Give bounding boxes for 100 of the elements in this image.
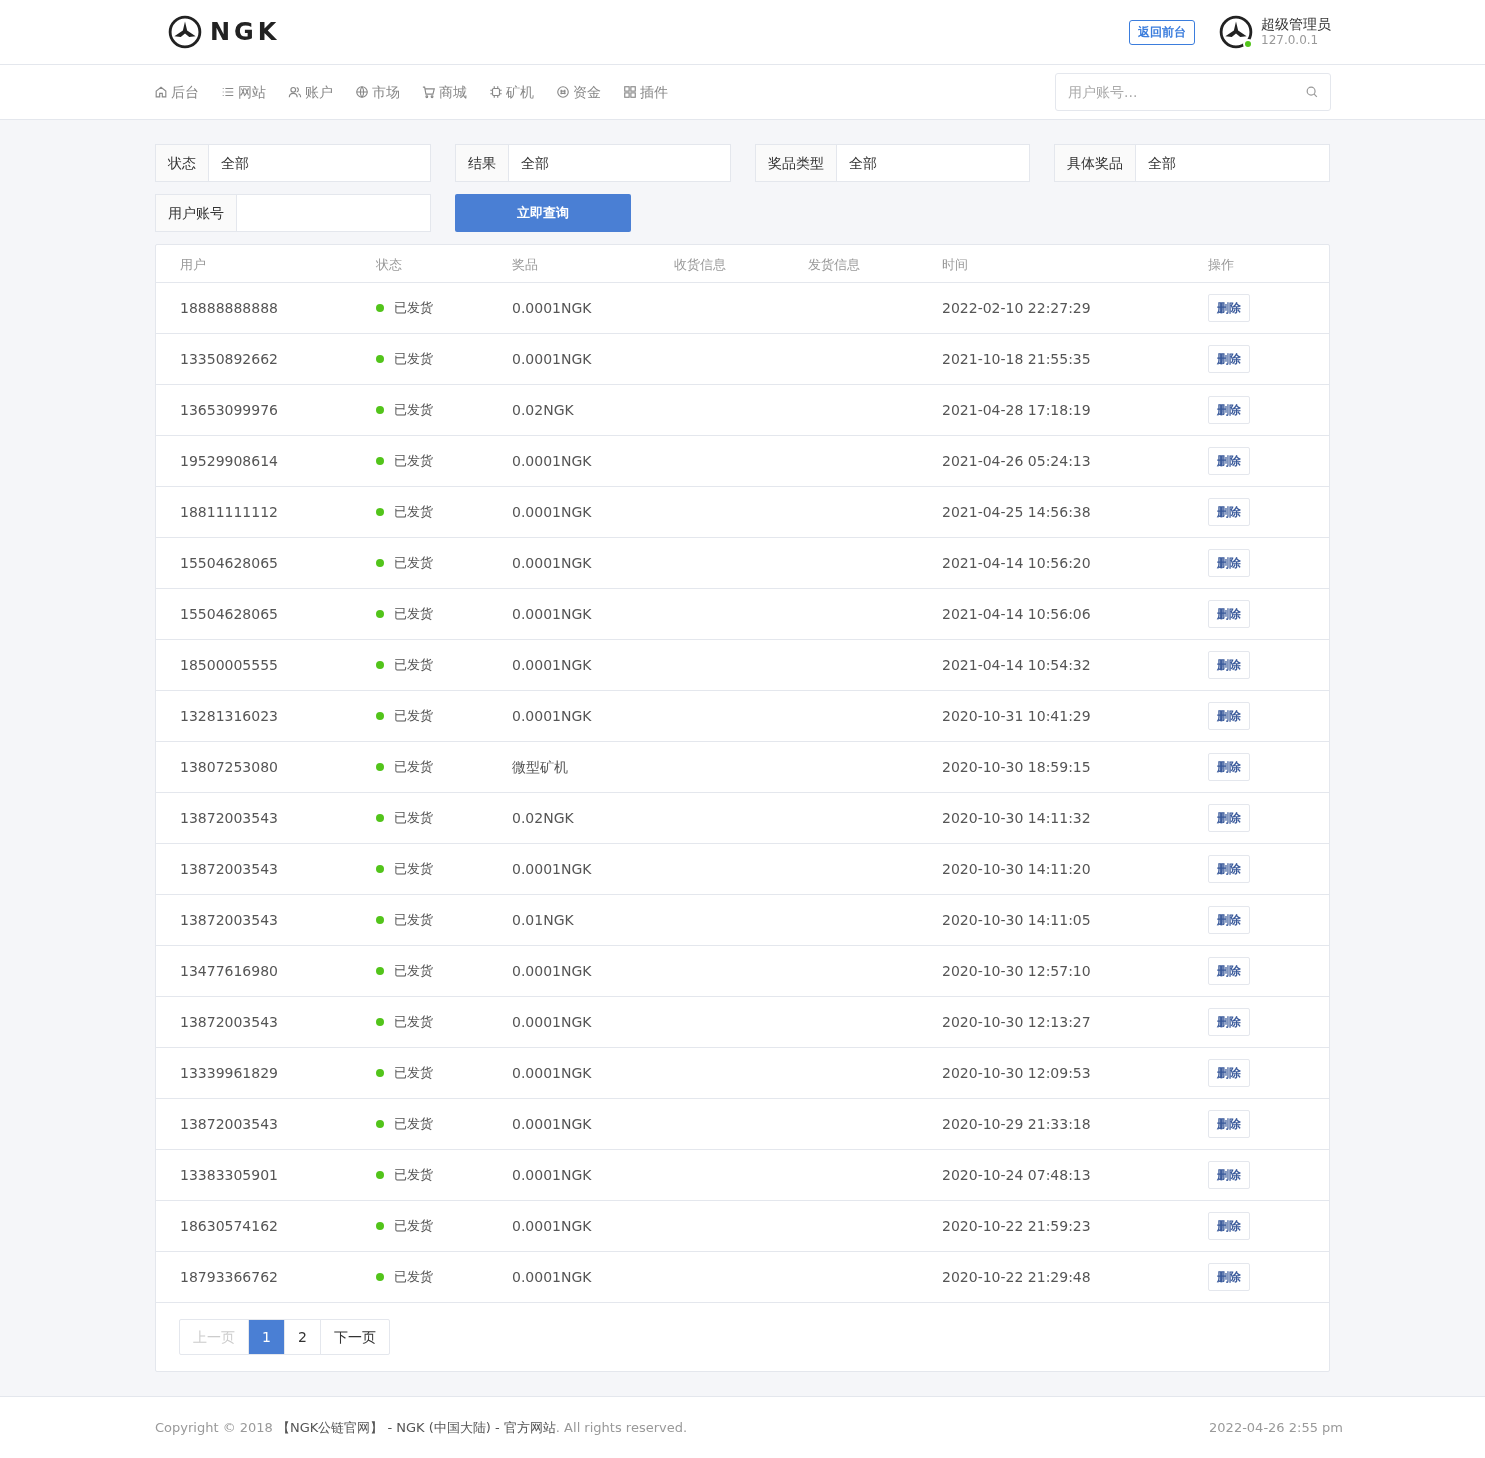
delete-button[interactable]: 删除 [1208,549,1250,577]
nav-item[interactable]: 矿机 [489,81,534,103]
nav-item[interactable]: 插件 [623,81,668,103]
status-text: 已发货 [394,554,433,573]
table-cell: 2020-10-30 18:59:15 [942,759,1091,775]
search-field[interactable]: 用户账号... [1055,73,1331,111]
table-cell: 18811111112 [180,504,278,520]
table-cell: 0.0001NGK [512,708,592,724]
logo-text: NGK [210,17,281,48]
table-cell: 2020-10-31 10:41:29 [942,708,1091,724]
delete-button[interactable]: 删除 [1208,345,1250,373]
table-cell: 13872003543 [180,810,278,826]
nav-item[interactable]: 商城 [422,81,467,103]
delete-button[interactable]: 删除 [1208,1212,1250,1240]
status-text: 已发货 [394,1268,433,1287]
table-cell: 2020-10-30 12:13:27 [942,1014,1091,1030]
query-button[interactable]: 立即查询 [454,194,631,232]
table-cell: 2022-02-10 22:27:29 [942,300,1091,316]
copyright-text: Copyright © 2018 【NGK公链官网】 - NGK (中国大陆) - 官方网站. All rights reserved. [155,1418,688,1437]
delete-button[interactable]: 删除 [1208,1059,1250,1087]
status-text: 已发货 [394,911,433,930]
table-cell: 2021-10-18 21:55:35 [942,351,1091,367]
table-cell: 2021-04-14 10:54:32 [942,657,1091,673]
status-text: 已发货 [394,758,433,777]
coin-icon [556,85,570,99]
column-header: 发货信息 [808,256,860,272]
table-cell: 0.0001NGK [512,963,592,979]
nav-item[interactable]: 后台 [154,81,199,103]
delete-button[interactable]: 删除 [1208,804,1250,832]
delete-button[interactable]: 删除 [1208,498,1250,526]
column-header: 奖品 [512,256,538,272]
table-cell: 2021-04-14 10:56:20 [942,555,1091,571]
table-cell: 2020-10-24 07:48:13 [942,1167,1091,1183]
table-cell: 13281316023 [180,708,278,724]
table-cell: 0.0001NGK [512,351,592,367]
table-cell: 2020-10-30 14:11:20 [942,861,1091,877]
nav-item[interactable]: 账户 [288,81,333,103]
page-button[interactable]: 2 [283,1319,321,1355]
table-cell: 18500005555 [180,657,278,673]
table-cell: 13807253080 [180,759,278,775]
delete-button[interactable]: 删除 [1208,1008,1250,1036]
status-text: 已发货 [394,401,433,420]
footer-date: 2022-04-26 2:55 pm [1209,1418,1343,1437]
table-cell: 0.0001NGK [512,504,592,520]
nav-item[interactable]: 市场 [355,81,400,103]
house-icon [154,85,168,99]
table-cell: 2021-04-28 17:18:19 [942,402,1091,418]
table-cell: 0.0001NGK [512,1167,592,1183]
table-cell: 15504628065 [180,555,278,571]
table-cell: 微型矿机 [512,759,568,775]
table-cell: 13653099976 [180,402,278,418]
table-cell: 2021-04-14 10:56:06 [942,606,1091,622]
table-cell: 2020-10-30 14:11:32 [942,810,1091,826]
back-to-front-button[interactable]: 返回前台 [1129,19,1195,45]
status-text: 已发货 [394,809,433,828]
page-button[interactable]: 1 [248,1319,285,1355]
cart-icon [422,85,436,99]
delete-button[interactable]: 删除 [1208,855,1250,883]
table-cell: 0.0001NGK [512,1116,592,1132]
table-cell: 18888888888 [180,300,278,316]
delete-button[interactable]: 删除 [1208,702,1250,730]
column-header: 用户 [180,256,206,272]
table-cell: 0.0001NGK [512,861,592,877]
delete-button[interactable]: 删除 [1208,396,1250,424]
status-text: 已发货 [394,452,433,471]
table-cell: 15504628065 [180,606,278,622]
site-link[interactable]: 【NGK公链官网】 - NGK (中国大陆) - 官方网站 [277,1419,556,1435]
delete-button[interactable]: 删除 [1208,1110,1250,1138]
table-cell: 0.0001NGK [512,453,592,469]
delete-button[interactable]: 删除 [1208,600,1250,628]
column-header: 状态 [376,256,402,272]
nav-item[interactable]: 资金 [556,81,601,103]
user-name: 超级管理员 [1261,15,1331,34]
search-icon [1305,85,1319,99]
table-cell: 0.0001NGK [512,606,592,622]
delete-button[interactable]: 删除 [1208,1161,1250,1189]
table-cell: 13350892662 [180,351,278,367]
delete-button[interactable]: 删除 [1208,294,1250,322]
status-text: 已发货 [394,707,433,726]
avatar-icon [1219,15,1253,49]
table-cell: 13477616980 [180,963,278,979]
table-cell: 0.0001NGK [512,1014,592,1030]
table-cell: 2020-10-30 14:11:05 [942,912,1091,928]
delete-button[interactable]: 删除 [1208,651,1250,679]
table-cell: 18793366762 [180,1269,278,1285]
table-cell: 0.0001NGK [512,1065,592,1081]
nav-item[interactable]: 网站 [221,81,266,103]
chip-icon [489,85,503,99]
status-text: 已发货 [394,350,433,369]
next-page-button[interactable]: 下一页 [319,1319,390,1355]
logo-icon [168,15,202,49]
delete-button[interactable]: 删除 [1208,906,1250,934]
delete-button[interactable]: 删除 [1208,1263,1250,1291]
status-text: 已发货 [394,1013,433,1032]
status-text: 已发货 [394,1064,433,1083]
table-cell: 0.02NGK [512,402,574,418]
delete-button[interactable]: 删除 [1208,447,1250,475]
delete-button[interactable]: 删除 [1208,957,1250,985]
table-cell: 13872003543 [180,1014,278,1030]
delete-button[interactable]: 删除 [1208,753,1250,781]
